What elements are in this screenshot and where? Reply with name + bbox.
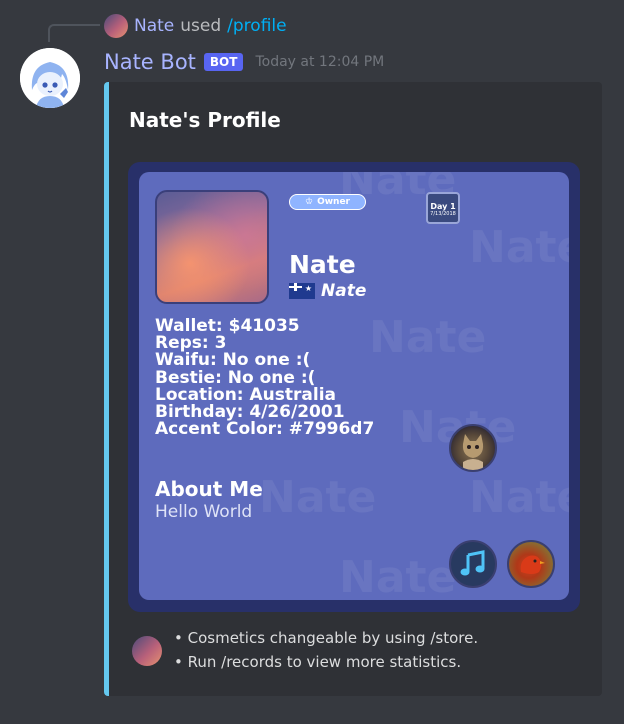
music-note-icon xyxy=(460,550,485,576)
day-badge-label: Day 1 xyxy=(430,202,456,211)
day-badge-date: 7/13/2018 xyxy=(430,211,456,217)
footer-text: • Cosmetics changeable by using /store. … xyxy=(174,626,584,674)
profile-card-frame[interactable]: Nate Nate Nate Nate Nate Nate Nate ♔ Own… xyxy=(128,162,580,612)
message-timestamp[interactable]: Today at 12:04 PM xyxy=(255,54,384,70)
bird-icon xyxy=(520,555,545,574)
watermark: Nate xyxy=(469,222,569,273)
about-text: Hello World xyxy=(155,502,253,522)
about-heading: About Me xyxy=(155,477,263,501)
owner-badge: ♔ Owner xyxy=(289,194,366,210)
profile-picture xyxy=(155,190,269,304)
reply-user-avatar[interactable] xyxy=(104,14,128,38)
reply-command[interactable]: /profile xyxy=(227,16,286,36)
day-one-badge: Day 1 7/13/2018 xyxy=(426,192,460,224)
footer-line-store: • Cosmetics changeable by using /store. xyxy=(174,629,479,647)
footer-avatar xyxy=(132,636,162,666)
crown-icon: ♔ xyxy=(305,197,314,207)
owner-badge-label: Owner xyxy=(317,197,350,207)
chibi-avatar-icon xyxy=(20,48,80,108)
author-name[interactable]: Nate Bot xyxy=(104,50,196,74)
cat-icon xyxy=(462,434,484,470)
bird-badge-icon xyxy=(507,540,555,588)
footer-line-records: • Run /records to view more statistics. xyxy=(174,653,462,671)
bot-avatar[interactable] xyxy=(20,48,80,108)
profile-embed: Nate's Profile Nate Nate Nate Nate Nate … xyxy=(104,82,602,696)
profile-nickname-row: Nate xyxy=(289,280,366,302)
watermark: Nate xyxy=(259,472,377,523)
bot-tag: BOT xyxy=(203,53,244,71)
message-header: Nate Bot BOT Today at 12:04 PM xyxy=(104,48,384,76)
stat-accent-color: Accent Color: #7996d7 xyxy=(155,419,375,440)
embed-title: Nate's Profile xyxy=(129,108,281,132)
music-badge xyxy=(449,540,497,588)
profile-card: Nate Nate Nate Nate Nate Nate Nate ♔ Own… xyxy=(139,172,569,600)
profile-stats: Wallet: $41035 Reps: 3 Waifu: No one :( … xyxy=(155,317,435,440)
cat-badge-icon xyxy=(449,424,497,472)
reply-connector xyxy=(48,24,100,42)
profile-nickname: Nate xyxy=(321,281,367,301)
reply-preview[interactable]: Nate used /profile xyxy=(104,14,287,38)
watermark: Nate xyxy=(469,472,569,523)
reply-verb: used xyxy=(180,16,222,36)
australia-flag-icon xyxy=(289,283,315,299)
profile-name: Nate xyxy=(289,250,356,279)
reply-username[interactable]: Nate xyxy=(134,16,174,36)
watermark: Nate xyxy=(339,552,457,600)
